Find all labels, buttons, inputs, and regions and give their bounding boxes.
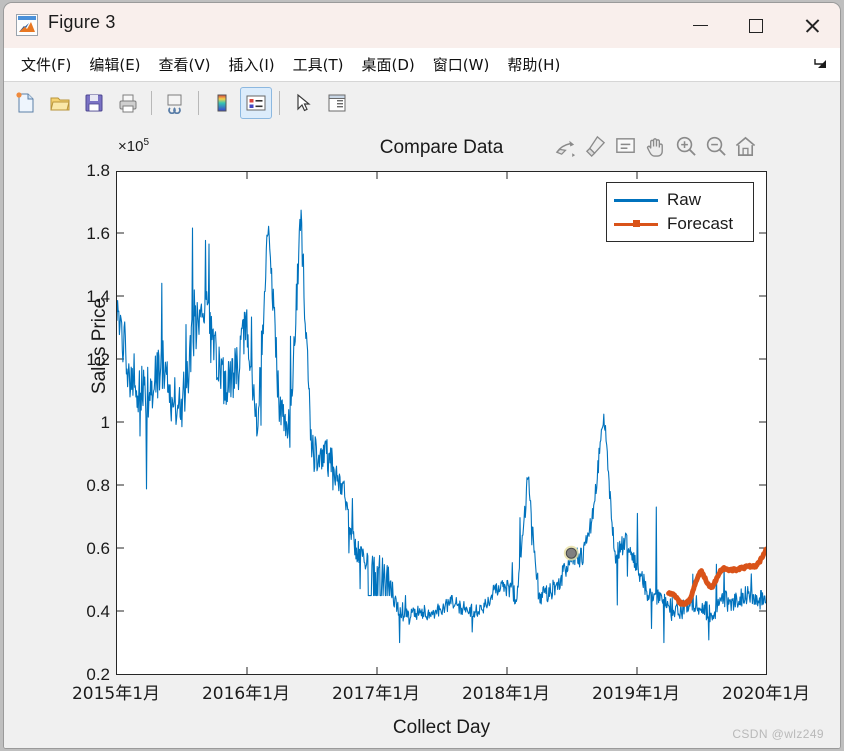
open-file-button[interactable]: [44, 87, 76, 119]
exponent-base: ×10: [118, 138, 144, 155]
export-icon[interactable]: [554, 135, 577, 158]
plot-svg: [116, 172, 769, 674]
colorbar-icon: [217, 94, 227, 111]
link-plot-button[interactable]: [159, 87, 191, 119]
x-tick-0: 2015年1月: [71, 684, 161, 704]
y-tick-8: 1.8: [86, 161, 110, 180]
x-tick-5: 2020年1月: [721, 684, 811, 704]
property-inspector-button[interactable]: [321, 87, 353, 119]
maximize-button[interactable]: [728, 3, 784, 48]
toolbar-separator-2: [198, 90, 199, 115]
toolbar-separator-3: [279, 90, 280, 115]
legend-label-raw: Raw: [667, 190, 702, 209]
plot-area[interactable]: Raw Forecast: [116, 171, 769, 675]
x-tick-2: 2017年1月: [331, 684, 421, 704]
matlab-figure-icon: [16, 14, 38, 36]
legend-row-raw: Raw: [614, 188, 746, 212]
minimize-button[interactable]: [672, 3, 728, 48]
legend-swatch-forecast: [614, 220, 658, 227]
menu-item-file[interactable]: 文件(F): [12, 51, 80, 78]
y-tick-2: 0.6: [86, 539, 110, 558]
figure-window: Figure 3 文件(F) 编辑(E) 查看(V) 插入(I) 工具(T) 桌…: [4, 3, 840, 748]
axis-ticks: [117, 172, 766, 674]
open-folder-icon: [50, 97, 70, 110]
menu-item-insert[interactable]: 插入(I): [220, 51, 284, 78]
arrow-pointer-icon: [297, 93, 311, 111]
new-figure-button[interactable]: [10, 87, 42, 119]
window-title: Figure 3: [48, 12, 116, 32]
close-button[interactable]: [784, 3, 840, 48]
y-axis-exponent: ×105: [118, 137, 149, 155]
property-inspector-icon: [328, 94, 346, 111]
menu-item-desktop[interactable]: 桌面(D): [353, 51, 424, 78]
legend-swatch-raw: [614, 198, 658, 202]
x-tick-1: 2016年1月: [201, 684, 291, 704]
legend-marker-forecast: [633, 220, 640, 227]
figure-toolbar: [4, 82, 840, 124]
edit-plot-button[interactable]: [287, 87, 319, 119]
zoom-out-icon[interactable]: [704, 135, 727, 158]
y-axis-label: Sales Price: [89, 297, 110, 395]
insert-legend-button[interactable]: [240, 86, 272, 119]
maximize-icon: [749, 18, 763, 33]
home-icon[interactable]: [734, 135, 757, 158]
axes-toolbar: [554, 135, 757, 158]
figure-canvas: Compare Data ×105 0.2 0.4 0.6 0.8 1 1.2 …: [4, 123, 840, 748]
y-tick-3: 0.8: [86, 476, 110, 495]
x-axis-tick-labels: 2015年1月 2016年1月 2017年1月 2018年1月 2019年1月 …: [72, 679, 810, 709]
undock-arrow-icon[interactable]: [814, 57, 828, 71]
save-figure-button[interactable]: [78, 87, 110, 119]
menu-item-help[interactable]: 帮助(H): [498, 51, 569, 78]
legend-label-forecast: Forecast: [667, 214, 734, 233]
menu-item-window[interactable]: 窗口(W): [424, 51, 499, 78]
close-icon: [804, 17, 821, 34]
floppy-save-icon: [85, 94, 103, 111]
datatip-icon[interactable]: [614, 135, 637, 158]
legend-icon: [246, 95, 266, 110]
series-raw-line: [116, 209, 767, 644]
y-tick-1: 0.4: [86, 602, 110, 621]
watermark: CSDN @wlz249: [732, 727, 824, 741]
menu-bar: 文件(F) 编辑(E) 查看(V) 插入(I) 工具(T) 桌面(D) 窗口(W…: [4, 48, 840, 82]
data-tip-marker[interactable]: [563, 545, 579, 561]
brush-icon[interactable]: [584, 135, 607, 158]
printer-icon: [119, 94, 137, 112]
toolbar-separator-1: [151, 90, 152, 115]
insert-colorbar-button[interactable]: [206, 87, 238, 119]
x-tick-3: 2018年1月: [461, 684, 551, 704]
print-figure-button[interactable]: [112, 87, 144, 119]
zoom-in-icon[interactable]: [674, 135, 697, 158]
legend-row-forecast: Forecast: [614, 212, 746, 236]
menu-item-edit[interactable]: 编辑(E): [80, 51, 149, 78]
exponent-power: 5: [143, 137, 150, 148]
menu-item-view[interactable]: 查看(V): [150, 51, 220, 78]
pan-hand-icon[interactable]: [644, 135, 667, 158]
new-document-icon: [16, 91, 34, 112]
status-bar: [4, 742, 840, 748]
minimize-icon: [692, 24, 708, 27]
link-plot-icon: [167, 94, 182, 114]
menu-item-tools[interactable]: 工具(T): [284, 51, 353, 78]
x-tick-4: 2019年1月: [591, 684, 681, 704]
x-axis-label: Collect Day: [392, 717, 491, 738]
chart-legend[interactable]: Raw Forecast: [606, 182, 754, 242]
title-bar: Figure 3: [4, 3, 840, 48]
